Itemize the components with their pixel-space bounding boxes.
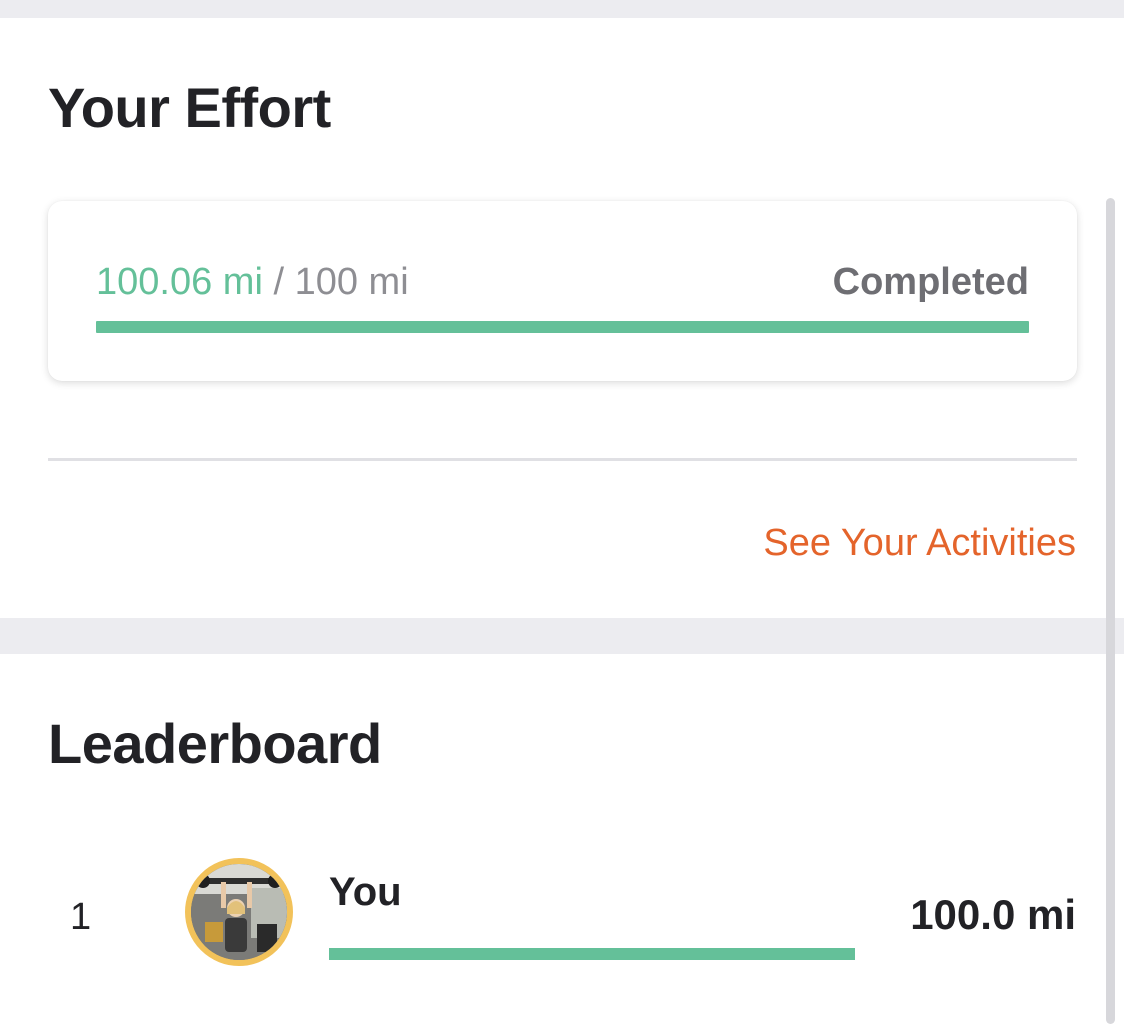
effort-title: Your Effort bbox=[48, 76, 331, 139]
progress-bar bbox=[96, 321, 1029, 333]
leaderboard-section: Leaderboard 1 You 100.0 mi bbox=[0, 654, 1124, 1024]
effort-progress-card: 100.06 mi / 100 mi Completed bbox=[48, 201, 1077, 381]
progress-separator: / bbox=[262, 261, 295, 303]
progress-text: 100.06 mi / 100 mi bbox=[96, 263, 409, 301]
leaderboard-row[interactable]: 1 You 100.0 mi bbox=[0, 854, 1124, 974]
progress-goal-distance: 100 mi bbox=[294, 261, 409, 303]
leaderboard-progress-fill bbox=[329, 948, 855, 960]
scrollbar[interactable] bbox=[1106, 198, 1115, 1024]
effort-section: Your Effort 100.06 mi / 100 mi Completed… bbox=[0, 18, 1124, 618]
leaderboard-title: Leaderboard bbox=[48, 712, 382, 775]
leaderboard-progress-bar bbox=[329, 948, 855, 960]
progress-status: Completed bbox=[832, 261, 1029, 303]
progress-bar-fill bbox=[96, 321, 1029, 333]
leaderboard-rank: 1 bbox=[70, 896, 92, 938]
section-divider bbox=[48, 458, 1077, 461]
user-photo-icon bbox=[191, 864, 287, 960]
top-band bbox=[0, 0, 1124, 18]
leaderboard-value: 100.0 mi bbox=[910, 891, 1076, 938]
progress-current-distance: 100.06 mi bbox=[96, 261, 263, 303]
leaderboard-name: You bbox=[329, 870, 402, 914]
avatar bbox=[185, 858, 293, 966]
see-activities-link[interactable]: See Your Activities bbox=[763, 524, 1076, 562]
section-gap bbox=[0, 618, 1124, 654]
